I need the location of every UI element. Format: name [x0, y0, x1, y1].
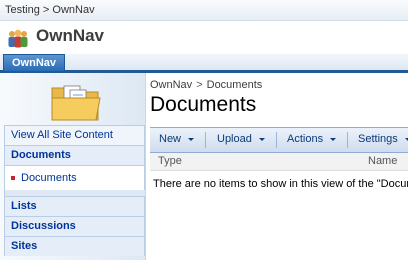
quick-launch-heading-lists[interactable]: Lists — [4, 196, 145, 216]
view-all-site-content-link[interactable]: View All Site Content — [4, 125, 145, 145]
quick-launch-heading-discussions[interactable]: Discussions — [4, 216, 145, 236]
column-header-type[interactable]: Type — [158, 155, 182, 167]
breadcrumb-link-testing[interactable]: Testing — [5, 4, 40, 16]
chevron-down-icon — [188, 137, 195, 141]
chevron-down-icon — [330, 137, 337, 141]
page-breadcrumb-current: Documents — [206, 79, 263, 91]
list-column-header: Type Name — [150, 153, 408, 171]
empty-list-message: There are no items to show in this view … — [153, 178, 408, 190]
breadcrumb-current: OwnNav — [52, 4, 95, 16]
actions-menu-button[interactable]: Actions — [287, 133, 337, 145]
top-nav-bar: OwnNav — [0, 54, 408, 73]
left-panel: View All Site Content Documents Document… — [0, 73, 146, 260]
tab-ownnav[interactable]: OwnNav — [3, 54, 65, 71]
quick-launch-item-label: Documents — [21, 172, 77, 184]
breadcrumb-separator: > — [42, 4, 50, 16]
people-group-icon — [8, 29, 28, 48]
column-header-name[interactable]: Name — [368, 155, 397, 167]
page-breadcrumb-link[interactable]: OwnNav — [150, 79, 192, 91]
page-title: Documents — [150, 93, 257, 116]
main-content: OwnNav > Documents Documents New Upload Ac… — [150, 73, 408, 260]
page-breadcrumb-separator: > — [196, 79, 203, 91]
toolbar-divider — [205, 132, 206, 148]
quick-launch-heading-sites[interactable]: Sites — [4, 236, 145, 256]
settings-menu-label: Settings — [358, 133, 398, 145]
site-title[interactable]: OwnNav — [36, 26, 104, 46]
upload-menu-label: Upload — [217, 133, 252, 145]
chevron-down-icon — [258, 137, 265, 141]
global-breadcrumb: Testing > OwnNav — [5, 4, 95, 16]
folder-documents-icon — [51, 85, 101, 121]
upload-menu-button[interactable]: Upload — [217, 133, 265, 145]
quick-launch: View All Site Content Documents Document… — [4, 125, 145, 256]
new-menu-button[interactable]: New — [159, 133, 195, 145]
actions-menu-label: Actions — [287, 133, 324, 145]
bullet-icon — [11, 176, 15, 181]
global-breadcrumb-bar: Testing > OwnNav — [0, 0, 408, 21]
page-breadcrumb: OwnNav > Documents — [150, 79, 262, 91]
new-menu-label: New — [159, 133, 182, 145]
settings-menu-button[interactable]: Settings — [358, 133, 408, 145]
toolbar-divider — [347, 132, 348, 148]
list-toolbar: New Upload Actions Settings — [150, 127, 408, 153]
site-header: OwnNav — [0, 21, 408, 54]
quick-launch-heading-documents[interactable]: Documents — [4, 145, 145, 165]
toolbar-divider — [276, 132, 277, 148]
quick-launch-item-documents[interactable]: Documents — [4, 165, 145, 190]
